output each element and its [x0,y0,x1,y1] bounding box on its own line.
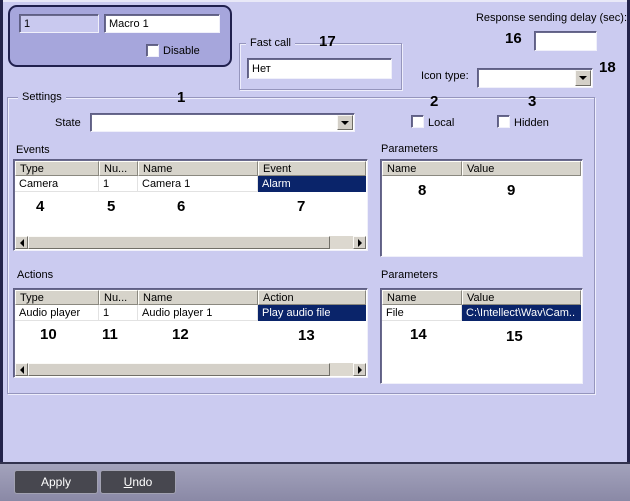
event-parameters-label: Parameters [381,143,438,155]
window-top-edge [0,0,630,2]
annotation-11: 11 [102,326,118,343]
event-type-cell[interactable]: Camera [15,176,99,192]
local-label: Local [428,117,455,129]
column-header[interactable]: Nu... [99,161,138,176]
annotation-1: 1 [177,89,186,106]
horizontal-scrollbar[interactable] [15,363,366,376]
event-value-cell[interactable]: Alarm [258,176,366,192]
icon-type-label: Icon type: [421,70,469,82]
column-header[interactable]: Type [15,290,99,305]
annotation-15: 15 [506,328,523,345]
annotation-9: 9 [507,182,516,199]
annotation-5: 5 [107,198,116,215]
macro-number-field[interactable] [19,14,99,33]
events-table-header: Type Nu... Name Event [15,161,366,176]
column-header[interactable]: Value [462,161,581,176]
hidden-checkbox[interactable] [497,115,510,128]
annotation-13: 13 [298,327,315,344]
hidden-label: Hidden [514,117,549,129]
fast-call-group-label: Fast call [246,37,295,49]
actions-label: Actions [17,269,54,281]
macro-id-panel: Disable [8,5,232,67]
column-header[interactable]: Nu... [99,290,138,305]
response-delay-field[interactable] [534,31,597,51]
fast-call-group: Fast call [239,37,402,90]
settings-group-label: Settings [18,91,66,103]
event-parameters-header: Name Value [382,161,581,176]
local-checkbox[interactable] [411,115,424,128]
annotation-17: 17 [319,33,336,50]
parameter-name-cell[interactable]: File [382,305,462,321]
state-dropdown[interactable] [90,113,355,132]
scrollbar-thumb[interactable] [28,363,330,376]
table-row[interactable]: Camera 1 Camera 1 Alarm [15,176,366,192]
scroll-right-icon[interactable] [353,363,366,376]
column-header[interactable]: Event [258,161,366,176]
action-number-cell[interactable]: 1 [99,305,138,321]
actions-table-header: Type Nu... Name Action [15,290,366,305]
horizontal-scrollbar[interactable] [15,236,366,249]
table-row[interactable]: File C:\Intellect\Wav\Cam.. [382,305,581,321]
parameter-value-cell[interactable]: C:\Intellect\Wav\Cam.. [462,305,581,321]
annotation-7: 7 [297,198,306,215]
event-parameters-table: Name Value [380,159,583,257]
annotation-12: 12 [172,326,189,343]
annotation-6: 6 [177,198,186,215]
column-header[interactable]: Name [382,161,462,176]
state-label: State [55,117,81,129]
table-row[interactable]: Audio player 1 Audio player 1 Play audio… [15,305,366,321]
action-value-cell[interactable]: Play audio file [258,305,366,321]
icon-type-dropdown[interactable] [477,68,593,88]
scroll-left-icon[interactable] [15,363,28,376]
action-parameters-label: Parameters [381,269,438,281]
annotation-16: 16 [505,30,522,47]
response-delay-label: Response sending delay (sec): [475,12,627,24]
action-parameters-header: Name Value [382,290,581,305]
scroll-left-icon[interactable] [15,236,28,249]
disable-checkbox[interactable] [146,44,159,57]
dropdown-arrow-icon[interactable] [337,115,353,130]
column-header[interactable]: Name [138,161,258,176]
apply-button[interactable]: Apply [14,470,98,494]
annotation-8: 8 [418,182,427,199]
disable-label: Disable [163,45,200,57]
macro-name-field[interactable] [104,14,220,33]
annotation-14: 14 [410,326,427,343]
annotation-10: 10 [40,326,57,343]
annotation-4: 4 [36,198,45,215]
annotation-3: 3 [528,93,537,110]
annotation-2: 2 [430,93,439,110]
apply-button-label: Apply [40,475,72,489]
scroll-right-icon[interactable] [353,236,366,249]
action-name-cell[interactable]: Audio player 1 [138,305,258,321]
scrollbar-thumb[interactable] [28,236,330,249]
undo-button[interactable]: Undo [100,470,176,494]
event-name-cell[interactable]: Camera 1 [138,176,258,192]
column-header[interactable]: Type [15,161,99,176]
events-label: Events [16,144,50,156]
action-type-cell[interactable]: Audio player [15,305,99,321]
column-header[interactable]: Name [138,290,258,305]
window-left-edge [0,0,3,463]
dropdown-arrow-icon[interactable] [575,70,591,86]
column-header[interactable]: Name [382,290,462,305]
footer-bar: Apply Undo [0,464,630,501]
events-table: Type Nu... Name Event Camera 1 Camera 1 … [13,159,368,251]
actions-table: Type Nu... Name Action Audio player 1 Au… [13,288,368,378]
fast-call-field[interactable] [247,58,392,79]
column-header[interactable]: Action [258,290,366,305]
annotation-18: 18 [599,59,616,76]
column-header[interactable]: Value [462,290,581,305]
undo-button-label: Undo [123,475,153,489]
event-number-cell[interactable]: 1 [99,176,138,192]
